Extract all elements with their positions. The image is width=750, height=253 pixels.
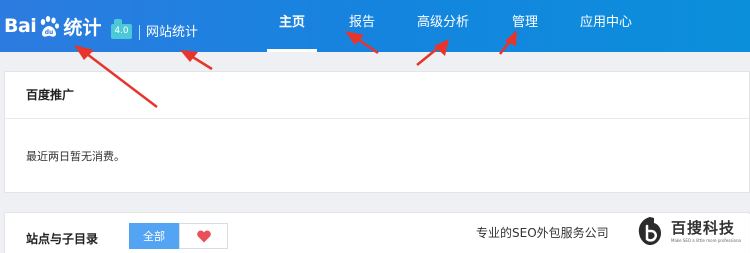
logo-text-tongji: 统计 xyxy=(63,16,102,39)
active-tab-indicator xyxy=(267,49,317,52)
filter-favorites-button[interactable] xyxy=(179,223,228,249)
baidu-paw-icon: du xyxy=(41,16,60,37)
nav-tab-app-center[interactable]: 应用中心 xyxy=(568,0,644,52)
version-badge: 4.0 xyxy=(111,19,132,39)
arrow-to-site-stats xyxy=(180,50,213,71)
watermark-text: 专业的SEO外包服务公司 xyxy=(476,226,609,240)
filter-all-button[interactable]: 全部 xyxy=(129,223,179,249)
nav-tab-reports-label: 报告 xyxy=(348,15,375,30)
watermark-brand: 百搜科技 xyxy=(671,219,736,237)
nav-tab-management[interactable]: 管理 xyxy=(500,0,550,52)
nav-tab-reports[interactable]: 报告 xyxy=(337,0,387,52)
logo-divider xyxy=(139,25,140,40)
site-stats-subtitle: 网站统计 xyxy=(146,25,199,40)
nav-tab-advanced-analysis-label: 高级分析 xyxy=(416,15,469,30)
baidu-promotion-title: 百度推广 xyxy=(5,72,749,119)
svg-text:du: du xyxy=(45,29,54,36)
watermark-tagline: Make SEO a little more professional. xyxy=(671,238,741,243)
logo-text-bai: Bai xyxy=(4,15,37,37)
baidu-promotion-card: 百度推广 最近两日暂无消费。 xyxy=(4,71,750,193)
nav-tab-home-label: 主页 xyxy=(278,15,305,30)
nav-tab-home[interactable]: 主页 xyxy=(267,0,317,52)
baisou-logo-icon xyxy=(638,217,661,245)
baidu-tongji-logo[interactable]: Bai du 统计 xyxy=(4,8,101,44)
sites-card-title: 站点与子目录 xyxy=(26,232,99,246)
nav-tab-management-label: 管理 xyxy=(511,15,538,30)
no-spend-message: 最近两日暂无消费。 xyxy=(26,150,125,163)
nav-tab-advanced-analysis[interactable]: 高级分析 xyxy=(405,0,481,52)
top-header-bar: Bai du 统计 4.0 网站统计 主页 报告 高级分析 管理 应用中心 xyxy=(0,0,750,52)
nav-tab-app-center-label: 应用中心 xyxy=(579,15,632,30)
heart-icon xyxy=(196,230,211,242)
